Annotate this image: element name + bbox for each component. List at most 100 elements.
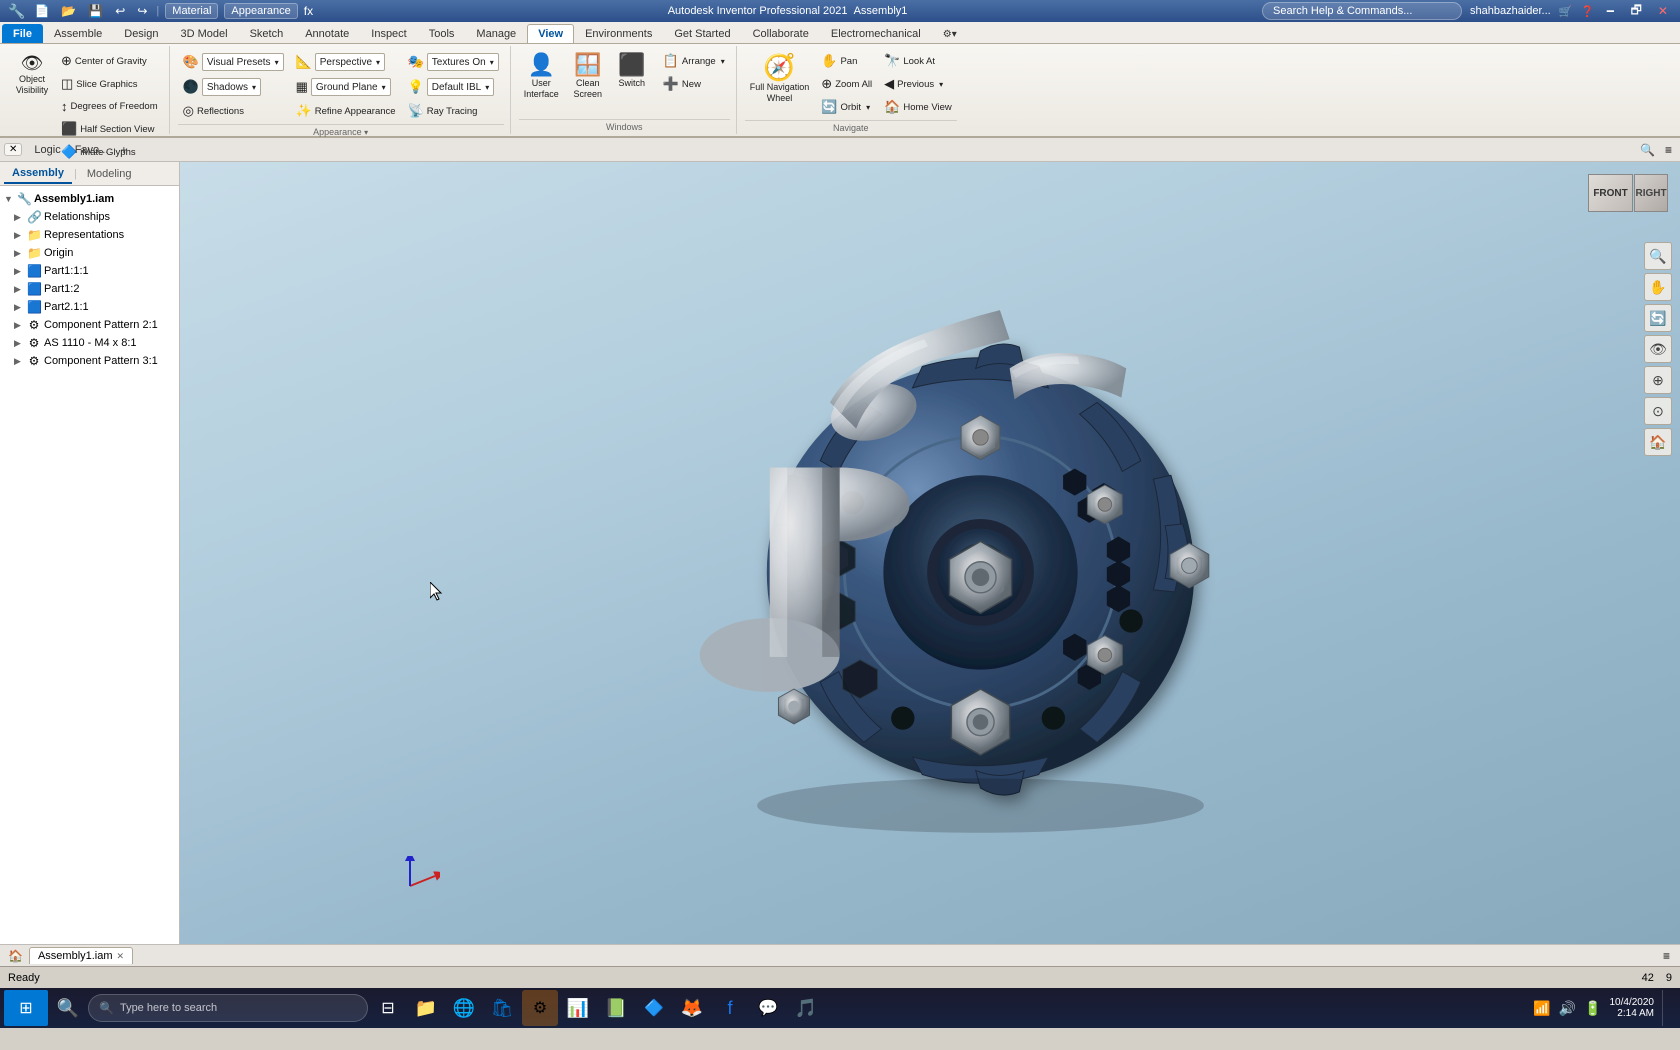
- tree-item-representations[interactable]: ▶ 📁 Representations: [0, 226, 179, 244]
- taskbar-clock[interactable]: 10/4/2020 2:14 AM: [1610, 997, 1655, 1019]
- add-panel-btn[interactable]: +: [116, 141, 131, 159]
- tab-inspect[interactable]: Inspect: [360, 24, 417, 43]
- viewcube[interactable]: FRONT RIGHT: [1588, 174, 1668, 234]
- search-panel-btn[interactable]: 🔍: [1636, 141, 1659, 159]
- appearance-dropdown[interactable]: Appearance: [224, 3, 297, 19]
- start-button[interactable]: ⊞: [4, 990, 48, 1026]
- qa-undo-btn[interactable]: ↩: [112, 3, 128, 19]
- zoom-all-btn[interactable]: ⊕ Zoom All: [816, 73, 877, 95]
- tab-annotate[interactable]: Annotate: [294, 24, 360, 43]
- zoom-in-btn[interactable]: 🔍: [1644, 242, 1672, 270]
- hand-pan-btn[interactable]: ✋: [1644, 273, 1672, 301]
- new-window-btn[interactable]: ➕ New: [658, 73, 730, 95]
- orbit-btn[interactable]: 🔄 Orbit ▾: [816, 96, 877, 118]
- look-at-btn[interactable]: 🔭 Look At: [879, 50, 957, 72]
- arrange-btn[interactable]: 📋 Arrange ▾: [658, 50, 730, 72]
- clean-screen-btn[interactable]: 🪟 CleanScreen: [566, 50, 610, 104]
- close-icon[interactable]: ✕: [9, 144, 17, 155]
- tab-view[interactable]: View: [527, 24, 574, 43]
- navigate-wheel-btn[interactable]: ⊕: [1644, 366, 1672, 394]
- refine-appearance-btn[interactable]: ✨ Refine Appearance: [291, 100, 401, 122]
- expand-icon-7[interactable]: ▶: [14, 302, 24, 313]
- help-icon[interactable]: ❓: [1580, 5, 1594, 18]
- qa-new-btn[interactable]: 📄: [31, 3, 52, 19]
- tab-tools[interactable]: Tools: [418, 24, 466, 43]
- tab-collaborate[interactable]: Collaborate: [742, 24, 820, 43]
- taskbar-volume-icon[interactable]: 🔊: [1559, 1000, 1576, 1017]
- tab-bar-menu-btn[interactable]: ≡: [1657, 947, 1676, 965]
- tab-assemble[interactable]: Assemble: [43, 24, 113, 43]
- tab-file[interactable]: File: [2, 24, 43, 43]
- home-tab-btn[interactable]: 🏠: [4, 947, 27, 965]
- tab-getstarted[interactable]: Get Started: [663, 24, 741, 43]
- tree-item-part2[interactable]: ▶ 🟦 Part2.1:1: [0, 298, 179, 316]
- subtab-logic[interactable]: Logic: [28, 142, 66, 158]
- expand-icon-5[interactable]: ▶: [14, 266, 24, 277]
- expand-icon-3[interactable]: ▶: [14, 230, 24, 241]
- qa-open-btn[interactable]: 📂: [58, 3, 79, 19]
- reflections-btn[interactable]: ◎ Reflections: [178, 100, 289, 122]
- assembly-doc-tab[interactable]: Assembly1.iam ✕: [29, 947, 133, 964]
- shadows-btn[interactable]: 🌑 Shadows ▾: [178, 75, 289, 99]
- material-dropdown[interactable]: Material: [165, 3, 218, 19]
- center-gravity-btn[interactable]: ⊕ Center of Gravity: [56, 50, 163, 72]
- look-at-nav-btn[interactable]: 👁: [1644, 335, 1672, 363]
- full-nav-wheel-btn[interactable]: 🧭 Full NavigationWheel: [745, 50, 815, 108]
- previous-btn[interactable]: ◀ Previous ▾: [879, 73, 957, 95]
- panel-tab-assembly[interactable]: Assembly: [4, 164, 72, 184]
- viewcube-front[interactable]: FRONT: [1588, 174, 1633, 212]
- tab-electromechanical[interactable]: Electromechanical: [820, 24, 932, 43]
- taskbar-excel[interactable]: 📗: [598, 990, 634, 1026]
- expand-icon-6[interactable]: ▶: [14, 284, 24, 295]
- half-section-btn[interactable]: ⬛ Half Section View: [56, 118, 163, 140]
- close-tab-btn[interactable]: ✕: [4, 143, 22, 156]
- taskbar-powerpoint[interactable]: 📊: [560, 990, 596, 1026]
- panel-menu-btn[interactable]: ≡: [1661, 141, 1676, 159]
- taskbar-file-explorer[interactable]: 📁: [408, 990, 444, 1026]
- tree-item-origin[interactable]: ▶ 📁 Origin: [0, 244, 179, 262]
- show-desktop-btn[interactable]: [1662, 990, 1668, 1026]
- tab-manage[interactable]: Manage: [465, 24, 527, 43]
- subtab-favo[interactable]: Favo...: [69, 142, 115, 158]
- expand-icon-2[interactable]: ▶: [14, 212, 24, 223]
- taskbar-store[interactable]: 🛍: [484, 990, 520, 1026]
- tab-environments[interactable]: Environments: [574, 24, 663, 43]
- expand-icon-9[interactable]: ▶: [14, 338, 24, 349]
- taskbar-messenger[interactable]: 💬: [750, 990, 786, 1026]
- close-btn[interactable]: ✕: [1654, 4, 1672, 18]
- qa-save-btn[interactable]: 💾: [85, 3, 106, 19]
- slice-graphics-btn[interactable]: ◫ Slice Graphics: [56, 73, 163, 95]
- tab-design[interactable]: Design: [113, 24, 169, 43]
- cart-icon[interactable]: 🛒: [1559, 5, 1573, 18]
- restore-btn[interactable]: 🗗: [1627, 1, 1646, 22]
- ground-plane-combo[interactable]: Ground Plane ▾: [311, 78, 391, 96]
- tree-item-part1-2[interactable]: ▶ 🟦 Part1:2: [0, 280, 179, 298]
- minimize-btn[interactable]: 🗕: [1602, 1, 1619, 22]
- taskbar-more-app1[interactable]: 🎵: [788, 990, 824, 1026]
- qa-redo-btn[interactable]: ↪: [134, 3, 150, 19]
- doc-tab-close[interactable]: ✕: [117, 951, 125, 962]
- taskbar-firefox[interactable]: 🦊: [674, 990, 710, 1026]
- user-interface-btn[interactable]: 👤 UserInterface: [519, 50, 564, 104]
- default-ibl-btn[interactable]: 💡 Default IBL ▾: [403, 75, 504, 99]
- tab-3dmodel[interactable]: 3D Model: [170, 24, 239, 43]
- pan-btn[interactable]: ✋ Pan: [816, 50, 877, 72]
- tree-item-relationships[interactable]: ▶ 🔗 Relationships: [0, 208, 179, 226]
- expand-icon[interactable]: ▼: [4, 194, 14, 204]
- taskbar-facebook[interactable]: f: [712, 990, 748, 1026]
- taskbar-search-icon[interactable]: 🔍: [50, 990, 86, 1026]
- perspective-btn[interactable]: 📐 Perspective ▾: [291, 50, 401, 74]
- home-view-btn[interactable]: 🏠 Home View: [879, 96, 957, 118]
- perspective-combo[interactable]: Perspective ▾: [315, 53, 385, 71]
- help-search[interactable]: Search Help & Commands...: [1262, 2, 1462, 20]
- visual-presets-combo[interactable]: Visual Presets ▾: [202, 53, 284, 71]
- tree-item-as1110[interactable]: ▶ ⚙ AS 1110 - M4 x 8:1: [0, 334, 179, 352]
- zoom-extend-btn[interactable]: ⊙: [1644, 397, 1672, 425]
- orbit-nav-btn[interactable]: 🔄: [1644, 304, 1672, 332]
- degrees-freedom-btn[interactable]: ↕ Degrees of Freedom: [56, 96, 163, 117]
- expand-icon-8[interactable]: ▶: [14, 320, 24, 331]
- shadows-combo[interactable]: Shadows ▾: [202, 78, 261, 96]
- ground-plane-btn[interactable]: ▦ Ground Plane ▾: [291, 75, 401, 99]
- visual-presets-btn[interactable]: 🎨 Visual Presets ▾: [178, 50, 289, 74]
- taskbar-battery-icon[interactable]: 🔋: [1584, 1000, 1601, 1017]
